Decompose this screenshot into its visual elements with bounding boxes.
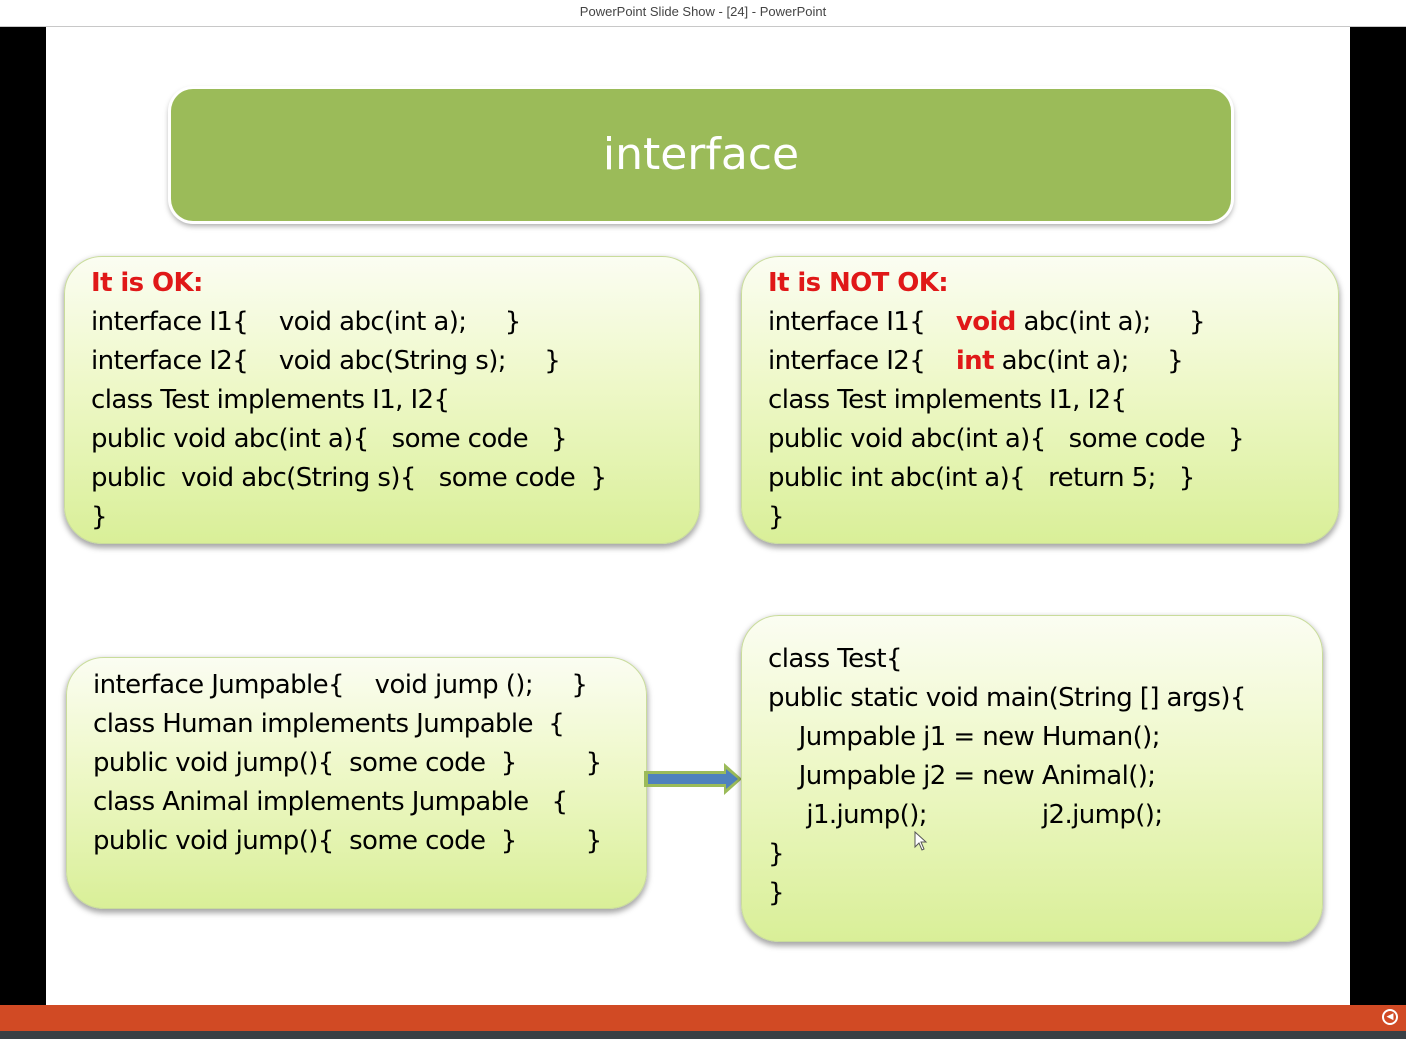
mouse-pointer-icon: [914, 831, 928, 851]
jumpable-example-box: interface Jumpable{ void jump (); } clas…: [66, 657, 647, 909]
code-line: Jumpable j1 = new Human();: [768, 722, 1161, 752]
code-line: class Animal implements Jumpable {: [93, 787, 568, 817]
highlighted-return-type: int: [955, 346, 995, 376]
code-line: interface I2{ int abc(int a); }: [768, 342, 1184, 381]
code-line: interface I1{ void abc(int a); }: [91, 307, 521, 337]
code-line: interface I2{ void abc(String s); }: [91, 346, 561, 376]
code-line: public static void main(String [] args){: [768, 683, 1246, 713]
code-line: j1.jump(); j2.jump();: [768, 800, 1163, 830]
code-text: abc(int a); }: [993, 346, 1184, 376]
window-titlebar: PowerPoint Slide Show - [24] - PowerPoin…: [0, 0, 1406, 27]
code-line: class Test implements I1, I2{: [91, 385, 450, 415]
code-line: }: [768, 839, 785, 869]
code-line: public void jump(){ some code } }: [93, 748, 602, 778]
ok-heading: It is OK:: [91, 268, 203, 298]
previous-slide-icon[interactable]: ◀: [1382, 1009, 1398, 1025]
code-line: Jumpable j2 = new Animal();: [768, 761, 1156, 791]
code-line: }: [91, 502, 108, 532]
slide-canvas[interactable]: interface It is OK: interface I1{ void a…: [46, 27, 1350, 1005]
code-line: class Test implements I1, I2{: [768, 385, 1127, 415]
highlighted-return-type: void: [955, 307, 1017, 337]
code-line: }: [768, 878, 785, 908]
code-text: interface I2{: [768, 346, 956, 376]
window-title: PowerPoint Slide Show - [24] - PowerPoin…: [579, 4, 827, 19]
taskbar-strip: [0, 1031, 1406, 1039]
slideshow-status-bar: [0, 1005, 1406, 1031]
slide-title: interface: [602, 129, 800, 180]
code-line: }: [768, 502, 785, 532]
code-line: public void jump(){ some code } }: [93, 826, 602, 856]
slide-title-banner: interface: [171, 89, 1231, 221]
code-line: class Human implements Jumpable {: [93, 709, 565, 739]
code-line: interface I1{ void abc(int a); }: [768, 303, 1206, 342]
code-line: public void abc(String s){ some code }: [91, 463, 607, 493]
right-arrow-icon: [644, 763, 742, 795]
code-line: public void abc(int a){ some code }: [91, 424, 568, 454]
not-ok-heading: It is NOT OK:: [768, 268, 949, 298]
code-text: abc(int a); }: [1015, 307, 1205, 337]
code-line: public int abc(int a){ return 5; }: [768, 463, 1195, 493]
code-line: class Test{: [768, 644, 903, 674]
test-main-box: class Test{ public static void main(Stri…: [741, 615, 1323, 942]
ok-example-box: It is OK: interface I1{ void abc(int a);…: [64, 256, 700, 544]
code-text: interface I1{: [768, 307, 956, 337]
not-ok-example-box: It is NOT OK: interface I1{ void abc(int…: [741, 256, 1339, 544]
code-line: public void abc(int a){ some code }: [768, 424, 1245, 454]
code-line: interface Jumpable{ void jump (); }: [93, 670, 588, 700]
